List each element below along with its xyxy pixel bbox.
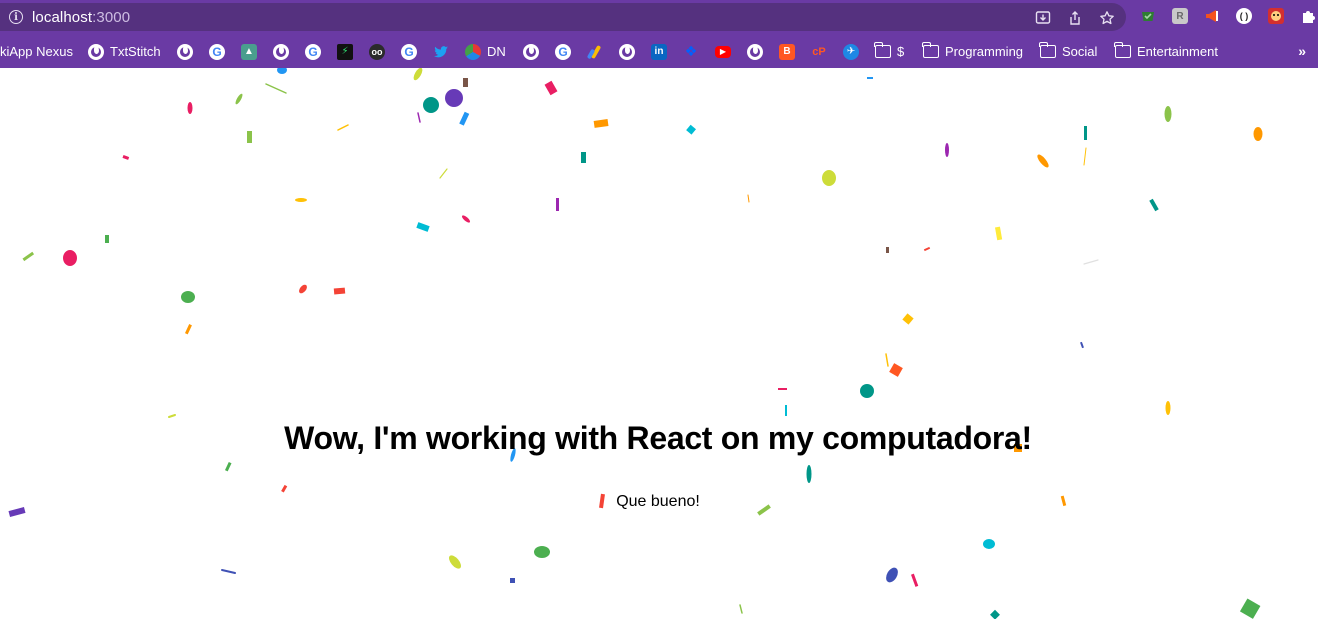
confetti-piece [168,83,1099,614]
url-port: :3000 [92,9,131,26]
app-icon: ✈ [843,43,859,60]
bookmark-twitter[interactable] [433,35,449,68]
folder-icon [1039,42,1056,58]
install-app-icon[interactable] [1035,10,1051,26]
bookmark-app[interactable]: ✈ [843,35,859,68]
bookmark-owl[interactable]: oo [369,35,385,68]
blogger-icon: B [779,43,795,60]
twitter-icon [433,44,449,60]
address-bar[interactable]: i localhost:3000 [0,3,1126,31]
page-title: Wow, I'm working with React on my comput… [284,420,1032,456]
confetti-piece [8,77,1261,619]
bookmark-label: kiApp Nexus [0,44,73,59]
bookmark-globe[interactable] [177,35,193,68]
site-info-icon[interactable]: i [9,10,23,24]
globe-icon [747,43,763,60]
bookmark-folder-programming[interactable]: Programming [922,35,1024,68]
globe-icon [523,43,539,60]
confetti-layer [8,68,1263,619]
google-icon: G [555,43,571,60]
app-icon: ▲ [241,43,257,60]
bookmarks-overflow-button[interactable]: » [1298,43,1306,59]
dn-icon [465,43,481,60]
google-icon: G [209,43,225,60]
browser-toolbar: i localhost:3000 R ( ) [0,0,1318,35]
bookmark-label: Entertainment [1137,44,1218,59]
bookmark-app[interactable]: ▲ [241,35,257,68]
bookmark-google[interactable]: G [209,35,225,68]
bookmark-google[interactable]: G [305,35,321,68]
bookmark-google[interactable]: G [555,35,571,68]
extension-megaphone-icon[interactable] [1204,8,1220,24]
globe-icon [273,43,289,60]
bookmark-blogger[interactable]: B [779,35,795,68]
bookmarks-bar: kiApp Nexus TxtStitch G ▲ G ⚡ oo G DN G … [0,35,1318,68]
page-viewport: Wow, I'm working with React on my comput… [0,68,1318,619]
bookmark-folder-social[interactable]: Social [1039,35,1098,68]
url-host: localhost [32,9,93,26]
folder-icon [1114,42,1131,58]
bookmark-label: Social [1062,44,1098,59]
bookmark-dn[interactable]: DN [465,35,506,68]
bookmark-ads[interactable] [587,35,603,68]
dropbox-icon: ❖ [684,43,698,59]
bookmark-txtstitch[interactable]: TxtStitch [88,35,161,68]
youtube-icon: ▶ [715,45,731,58]
bookmark-app[interactable]: cP [811,35,827,68]
app-icon: ⚡ [337,43,353,60]
extension-circle-icon[interactable]: ( ) [1236,8,1252,24]
ads-icon [587,44,603,60]
bookmark-label: $ [897,44,905,59]
bookmark-globe[interactable] [273,35,289,68]
extensions-puzzle-icon[interactable] [1300,8,1316,24]
bookmark-folder-entertainment[interactable]: Entertainment [1114,35,1218,68]
bookmark-google[interactable]: G [401,35,417,68]
bookmark-label: Programming [945,44,1024,59]
bookmark-globe[interactable] [619,35,635,68]
folder-icon [874,42,891,58]
bookmark-youtube[interactable]: ▶ [715,35,731,68]
globe-icon [88,43,104,60]
bookmark-dropbox[interactable]: ❖ [683,35,699,68]
owl-icon: oo [369,43,385,60]
bookmark-globe[interactable] [523,35,539,68]
extension-check-icon[interactable] [1140,8,1156,24]
extension-red-panda-icon[interactable] [1268,8,1284,24]
bookmark-app[interactable]: ⚡ [337,35,353,68]
bookmark-globe[interactable] [747,35,763,68]
google-icon: G [401,43,417,60]
bookmark-star-icon[interactable] [1099,10,1115,26]
bookmark-kiapp-nexus[interactable]: kiApp Nexus [0,35,73,68]
folder-icon [922,42,939,58]
extension-r-icon[interactable]: R [1172,8,1188,24]
url-text[interactable]: localhost:3000 [32,9,130,26]
linkedin-icon: in [651,43,667,60]
bookmark-label: DN [487,44,506,59]
globe-icon [619,43,635,60]
page-subtitle: Que bueno! [616,493,700,510]
google-icon: G [305,43,321,60]
bookmark-label: TxtStitch [110,44,161,59]
bookmark-folder-dollar[interactable]: $ [874,35,905,68]
share-icon[interactable] [1067,10,1083,26]
globe-icon [177,43,193,60]
bookmark-linkedin[interactable]: in [651,35,667,68]
app-icon: cP [812,45,826,58]
